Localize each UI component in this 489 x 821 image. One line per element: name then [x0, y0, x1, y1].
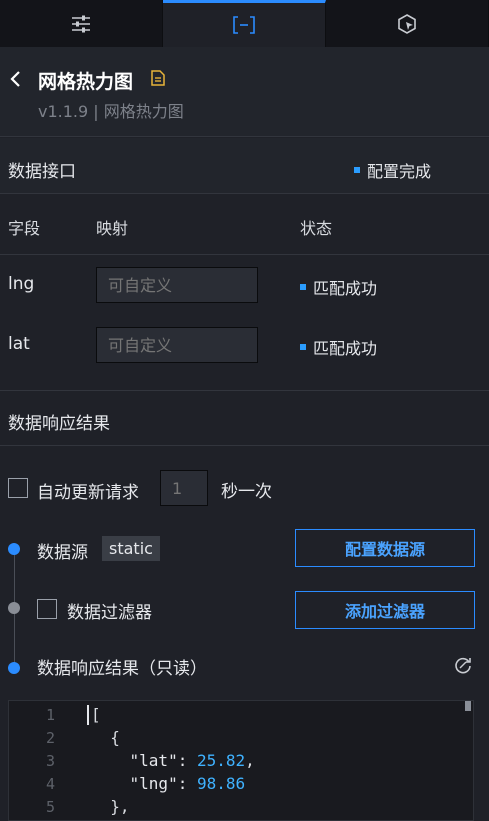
refresh-icon[interactable]: [453, 655, 473, 675]
document-icon[interactable]: [151, 70, 165, 86]
data-interface-section: 数据接口 配置完成: [0, 138, 489, 194]
field-table-header: 字段 映射 状态: [0, 193, 489, 255]
match-status: 匹配成功: [300, 275, 377, 299]
table-row: lat 匹配成功: [0, 327, 489, 365]
filter-checkbox[interactable]: [37, 599, 57, 619]
column-status: 状态: [300, 219, 333, 238]
sliders-icon: [72, 15, 90, 32]
tab-interaction[interactable]: [326, 0, 489, 47]
line-number: 5: [45, 798, 55, 816]
timeline-dot-active: [8, 662, 20, 674]
component-title: 网格热力图: [38, 71, 134, 93]
field-name: lng: [8, 274, 35, 294]
field-name: lat: [8, 334, 30, 354]
config-status-text: 配置完成: [367, 162, 432, 181]
mapping-input[interactable]: [96, 327, 258, 363]
code-line: "lng": 98.86: [91, 774, 246, 793]
json-number: 25.82: [196, 751, 246, 770]
auto-update-row: 自动更新请求 秒一次: [0, 470, 489, 506]
json-punct: ,: [245, 751, 255, 770]
divider: [0, 390, 489, 391]
json-key: "lng":: [91, 774, 197, 793]
add-filter-button[interactable]: 添加过滤器: [295, 591, 475, 629]
tab-data[interactable]: [163, 0, 326, 47]
mapping-input[interactable]: [96, 267, 258, 303]
component-header: 网格热力图 v1.1.9 | 网格热力图: [0, 47, 489, 137]
json-number: 98.86: [196, 774, 246, 793]
line-number: 2: [45, 729, 55, 747]
line-number-gutter: 1 2 3 4 5 6: [9, 701, 69, 820]
interaction-icon: [398, 13, 416, 34]
match-status-text: 匹配成功: [313, 279, 378, 298]
divider: [0, 445, 489, 446]
config-source-button[interactable]: 配置数据源: [295, 529, 475, 567]
line-number: 4: [45, 775, 55, 793]
tab-style[interactable]: [0, 0, 163, 47]
code-line: },: [91, 797, 130, 816]
line-number: 1: [45, 706, 55, 724]
auto-update-label: 自动更新请求: [37, 483, 139, 503]
timeline-dot-inactive: [8, 602, 20, 614]
panel-tabs: [0, 0, 489, 47]
code-line: "lat": 25.82,: [91, 751, 255, 770]
column-field: 字段: [8, 219, 41, 238]
auto-update-checkbox[interactable]: [8, 478, 28, 498]
data-interface-title: 数据接口: [8, 162, 76, 182]
code-line: {: [91, 728, 120, 747]
line-number: 3: [45, 752, 55, 770]
interval-input[interactable]: [160, 470, 208, 506]
match-status-text: 匹配成功: [313, 339, 378, 358]
json-key: "lat":: [91, 751, 197, 770]
column-mapping: 映射: [96, 219, 129, 238]
status-dot: [300, 284, 306, 290]
status-dot: [354, 167, 360, 173]
data-source-label: 数据源: [37, 543, 88, 563]
timeline-dot-active: [8, 543, 20, 555]
json-result-editor[interactable]: 1 2 3 4 5 6 [ { "lat": 25.82, "lng": 98.…: [8, 700, 474, 821]
back-chevron-icon[interactable]: [6, 67, 26, 91]
result-section-title: 数据响应结果: [8, 414, 110, 434]
status-dot: [300, 344, 306, 350]
data-source-badge: static: [102, 536, 160, 561]
code-line: [: [91, 705, 101, 724]
interval-unit: 秒一次: [221, 482, 272, 502]
data-bracket-icon: [233, 16, 255, 34]
code-line: {: [91, 817, 120, 820]
config-status: 配置完成: [354, 158, 431, 182]
editor-scrollbar[interactable]: [465, 701, 471, 711]
table-row: lng 匹配成功: [0, 267, 489, 305]
match-status: 匹配成功: [300, 335, 377, 359]
filter-label: 数据过滤器: [67, 603, 152, 623]
component-version: v1.1.9 | 网格热力图: [38, 102, 184, 121]
text-cursor: [87, 705, 89, 725]
readonly-result-label: 数据响应结果（只读）: [37, 659, 207, 679]
